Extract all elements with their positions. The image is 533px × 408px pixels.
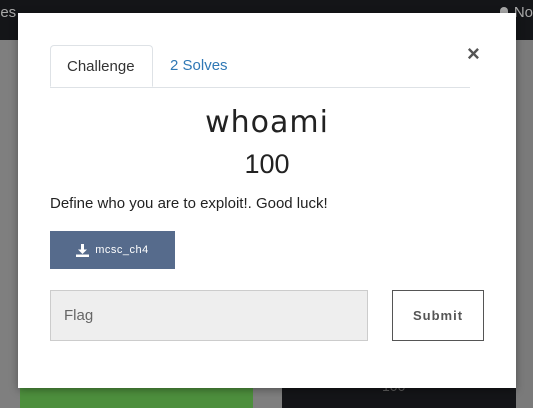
nav-link-challenges: ges — [0, 4, 17, 21]
challenge-name: whoami — [205, 105, 329, 140]
tab-solves[interactable]: 2 Solves — [154, 45, 244, 86]
file-download-button[interactable]: mcsc_ch4 — [50, 231, 175, 269]
background-card-edge — [516, 40, 533, 408]
challenge-value: 100 — [244, 149, 290, 179]
modal-tabs: Challenge 2 Solves — [50, 45, 470, 88]
flag-input[interactable] — [50, 290, 368, 341]
challenge-description: Define who you are to exploit!. Good luc… — [50, 195, 328, 212]
download-icon — [76, 243, 90, 257]
submit-button[interactable]: Submit — [392, 290, 484, 341]
challenge-modal: × Challenge 2 Solves whoami 100 Define w… — [18, 13, 516, 388]
file-download-label: mcsc_ch4 — [95, 244, 149, 256]
nav-user-label: No — [513, 4, 533, 21]
tab-challenge[interactable]: Challenge — [50, 45, 153, 87]
